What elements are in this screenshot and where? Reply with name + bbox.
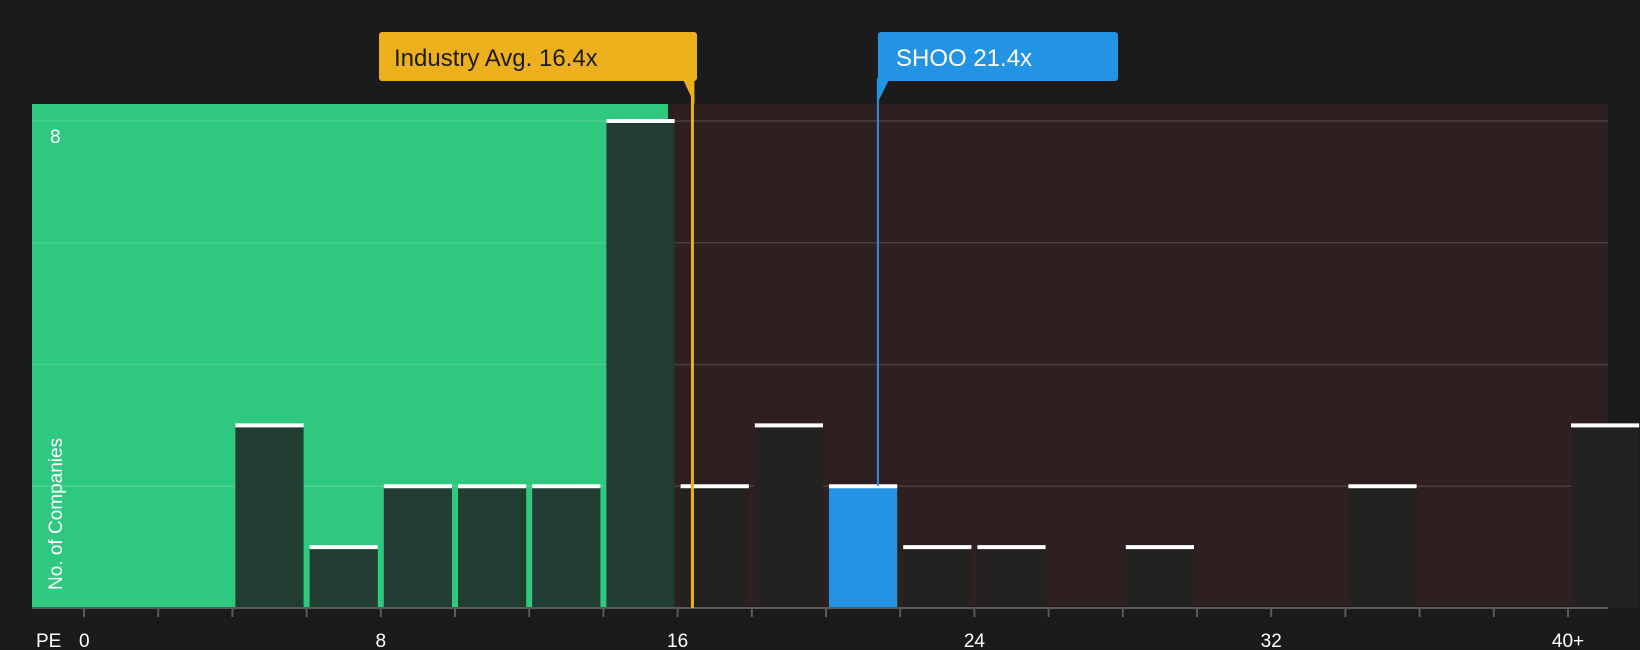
histogram-bar	[1571, 425, 1640, 608]
bar-cap	[680, 484, 749, 489]
y-tick-label: 8	[50, 127, 61, 148]
x-tick-label: 24	[964, 631, 986, 650]
histogram-bar	[383, 486, 452, 608]
industry-average-label: Industry Avg. 16.4x	[394, 45, 598, 72]
bar-cap	[235, 423, 304, 428]
histogram-bar	[458, 486, 527, 608]
histogram-bar	[1125, 547, 1194, 608]
x-tick-label: 0	[79, 631, 90, 650]
bar-cap	[606, 119, 675, 123]
x-axis-label: PE	[36, 631, 61, 650]
histogram-bar	[532, 486, 601, 608]
bar-cap	[829, 484, 898, 489]
x-tick-label: 16	[667, 631, 688, 650]
bar-cap	[1125, 545, 1194, 550]
histogram-bar	[903, 547, 972, 608]
pe-distribution-chart: 0 8 16 24 32 40+ Industry Avg. 16.4x SHOO 21.…	[0, 0, 1640, 650]
x-tick-label: 32	[1261, 631, 1282, 650]
bar-cap	[1348, 484, 1417, 489]
bar-cap	[903, 545, 972, 550]
y-axis-label: No. of Companies	[46, 438, 67, 590]
bar-cap	[1571, 423, 1640, 428]
bar-cap	[309, 545, 378, 550]
histogram-bar	[1348, 486, 1417, 608]
histogram-bar	[235, 425, 304, 608]
company-pe-label: SHOO 21.4x	[896, 45, 1032, 72]
histogram-bar	[309, 547, 378, 608]
histogram-bar	[829, 486, 898, 608]
x-tick-label: 8	[376, 631, 387, 650]
histogram-bar	[977, 547, 1046, 608]
histogram-bar	[680, 486, 749, 608]
bar-cap	[977, 545, 1046, 550]
bar-cap	[754, 423, 823, 428]
x-tick-label: 40+	[1552, 631, 1584, 650]
histogram-bar	[754, 425, 823, 608]
bar-cap	[532, 484, 601, 489]
bar-cap	[458, 484, 527, 489]
bar-cap	[383, 484, 452, 489]
histogram-bar	[606, 121, 675, 608]
